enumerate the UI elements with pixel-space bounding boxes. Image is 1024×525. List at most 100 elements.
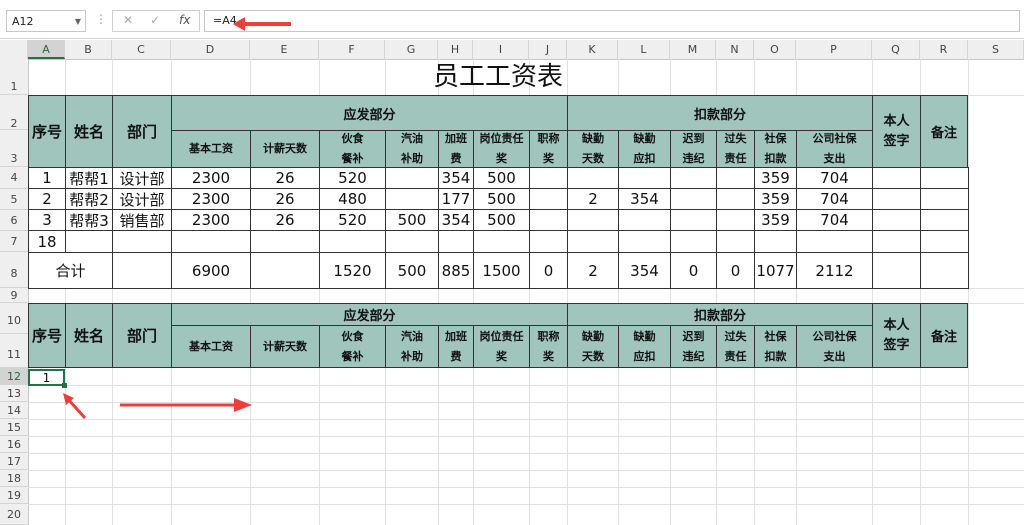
row-header-15[interactable]: 15 — [0, 419, 28, 436]
table-cell[interactable]: 26 — [250, 209, 320, 231]
table-cell[interactable]: 1 — [28, 167, 66, 189]
table-cell[interactable] — [385, 167, 439, 189]
table-cell[interactable]: 480 — [319, 188, 386, 210]
row-header-12[interactable]: 12 — [0, 368, 28, 385]
total-cell[interactable]: 1500 — [473, 252, 530, 289]
col-header-l[interactable]: L — [618, 40, 670, 59]
select-all-corner[interactable] — [0, 40, 28, 59]
row-header-7[interactable]: 7 — [0, 231, 28, 252]
table-cell[interactable]: 520 — [319, 209, 386, 231]
row-header-5[interactable]: 5 — [0, 189, 28, 210]
table-cell[interactable] — [171, 230, 251, 253]
table-cell[interactable]: 18 — [28, 230, 66, 253]
col-header-a[interactable]: A — [28, 40, 65, 59]
row-header-19[interactable]: 19 — [0, 487, 28, 504]
row-header-13[interactable]: 13 — [0, 385, 28, 402]
table-cell[interactable] — [796, 230, 873, 253]
table-cell[interactable] — [920, 167, 969, 189]
table-cell[interactable] — [872, 230, 921, 253]
col-header-e[interactable]: E — [250, 40, 319, 59]
table-cell[interactable] — [670, 230, 717, 253]
col-header-s[interactable]: S — [968, 40, 1024, 59]
table-cell[interactable] — [754, 230, 797, 253]
table-cell[interactable] — [529, 230, 568, 253]
table-cell[interactable] — [473, 230, 530, 253]
table-cell[interactable] — [385, 188, 439, 210]
table-cell[interactable]: 2 — [28, 188, 66, 210]
total-cell[interactable] — [250, 252, 320, 289]
row-header-20[interactable]: 20 — [0, 504, 28, 525]
table-cell[interactable]: 2300 — [171, 188, 251, 210]
table-cell[interactable] — [670, 188, 717, 210]
row-header-17[interactable]: 17 — [0, 453, 28, 470]
table-cell[interactable] — [716, 188, 755, 210]
table-cell[interactable] — [872, 209, 921, 231]
row-header-11[interactable]: 11 — [0, 334, 28, 368]
table-cell[interactable]: 354 — [618, 188, 671, 210]
row-header-18[interactable]: 18 — [0, 470, 28, 487]
total-label[interactable]: 合计 — [28, 252, 113, 289]
table-cell[interactable]: 500 — [385, 209, 439, 231]
col-header-p[interactable]: P — [796, 40, 872, 59]
row-header-2[interactable]: 2 — [0, 95, 28, 130]
col-header-k[interactable]: K — [567, 40, 618, 59]
table-cell[interactable] — [716, 167, 755, 189]
table-cell[interactable]: 销售部 — [112, 209, 172, 231]
col-header-r[interactable]: R — [920, 40, 968, 59]
total-cell[interactable]: 354 — [618, 252, 671, 289]
table-cell[interactable]: 704 — [796, 167, 873, 189]
table-cell[interactable] — [872, 188, 921, 210]
table-cell[interactable] — [618, 230, 671, 253]
col-header-m[interactable]: M — [670, 40, 716, 59]
table-cell[interactable]: 354 — [438, 167, 474, 189]
table-cell[interactable] — [618, 167, 671, 189]
table-cell[interactable]: 500 — [473, 167, 530, 189]
row-header-10[interactable]: 10 — [0, 303, 28, 334]
table-cell[interactable]: 帮帮3 — [65, 209, 113, 231]
table-cell[interactable]: 177 — [438, 188, 474, 210]
insert-function-icon[interactable]: fx — [179, 13, 190, 27]
table-cell[interactable] — [529, 188, 568, 210]
table-cell[interactable] — [319, 230, 386, 253]
table-cell[interactable]: 设计部 — [112, 188, 172, 210]
col-header-n[interactable]: N — [716, 40, 754, 59]
total-cell[interactable]: 885 — [438, 252, 474, 289]
col-header-f[interactable]: F — [319, 40, 385, 59]
table-cell[interactable]: 2300 — [171, 209, 251, 231]
formula-input[interactable]: =A4 — [204, 10, 1020, 32]
col-header-c[interactable]: C — [112, 40, 171, 59]
table-cell[interactable] — [920, 230, 969, 253]
total-cell[interactable]: 2112 — [796, 252, 873, 289]
table-cell[interactable]: 520 — [319, 167, 386, 189]
table-cell[interactable] — [438, 230, 474, 253]
row-header-1[interactable]: 1 — [0, 59, 28, 95]
total-cell[interactable]: 0 — [716, 252, 755, 289]
table-cell[interactable]: 500 — [473, 209, 530, 231]
row-header-9[interactable]: 9 — [0, 288, 28, 303]
col-header-o[interactable]: O — [754, 40, 796, 59]
table-cell[interactable] — [670, 209, 717, 231]
total-cell[interactable]: 1520 — [319, 252, 386, 289]
col-header-h[interactable]: H — [438, 40, 473, 59]
table-cell[interactable]: 704 — [796, 188, 873, 210]
row-header-14[interactable]: 14 — [0, 402, 28, 419]
selected-cell-a12[interactable]: 1 — [28, 369, 67, 388]
confirm-icon[interactable]: ✓ — [150, 13, 160, 27]
table-cell[interactable]: 359 — [754, 167, 797, 189]
name-box[interactable]: A12 ▼ — [6, 10, 86, 32]
col-header-d[interactable]: D — [171, 40, 250, 59]
table-cell[interactable]: 帮帮1 — [65, 167, 113, 189]
table-cell[interactable]: 26 — [250, 188, 320, 210]
total-cell[interactable]: 0 — [670, 252, 717, 289]
table-cell[interactable]: 26 — [250, 167, 320, 189]
col-header-b[interactable]: B — [65, 40, 112, 59]
total-cell[interactable] — [872, 252, 921, 289]
table-cell[interactable] — [872, 167, 921, 189]
row-header-8[interactable]: 8 — [0, 252, 28, 288]
table-cell[interactable] — [250, 230, 320, 253]
total-cell[interactable]: 6900 — [171, 252, 251, 289]
table-cell[interactable]: 3 — [28, 209, 66, 231]
table-cell[interactable] — [567, 209, 619, 231]
table-cell[interactable] — [529, 209, 568, 231]
table-cell[interactable]: 500 — [473, 188, 530, 210]
